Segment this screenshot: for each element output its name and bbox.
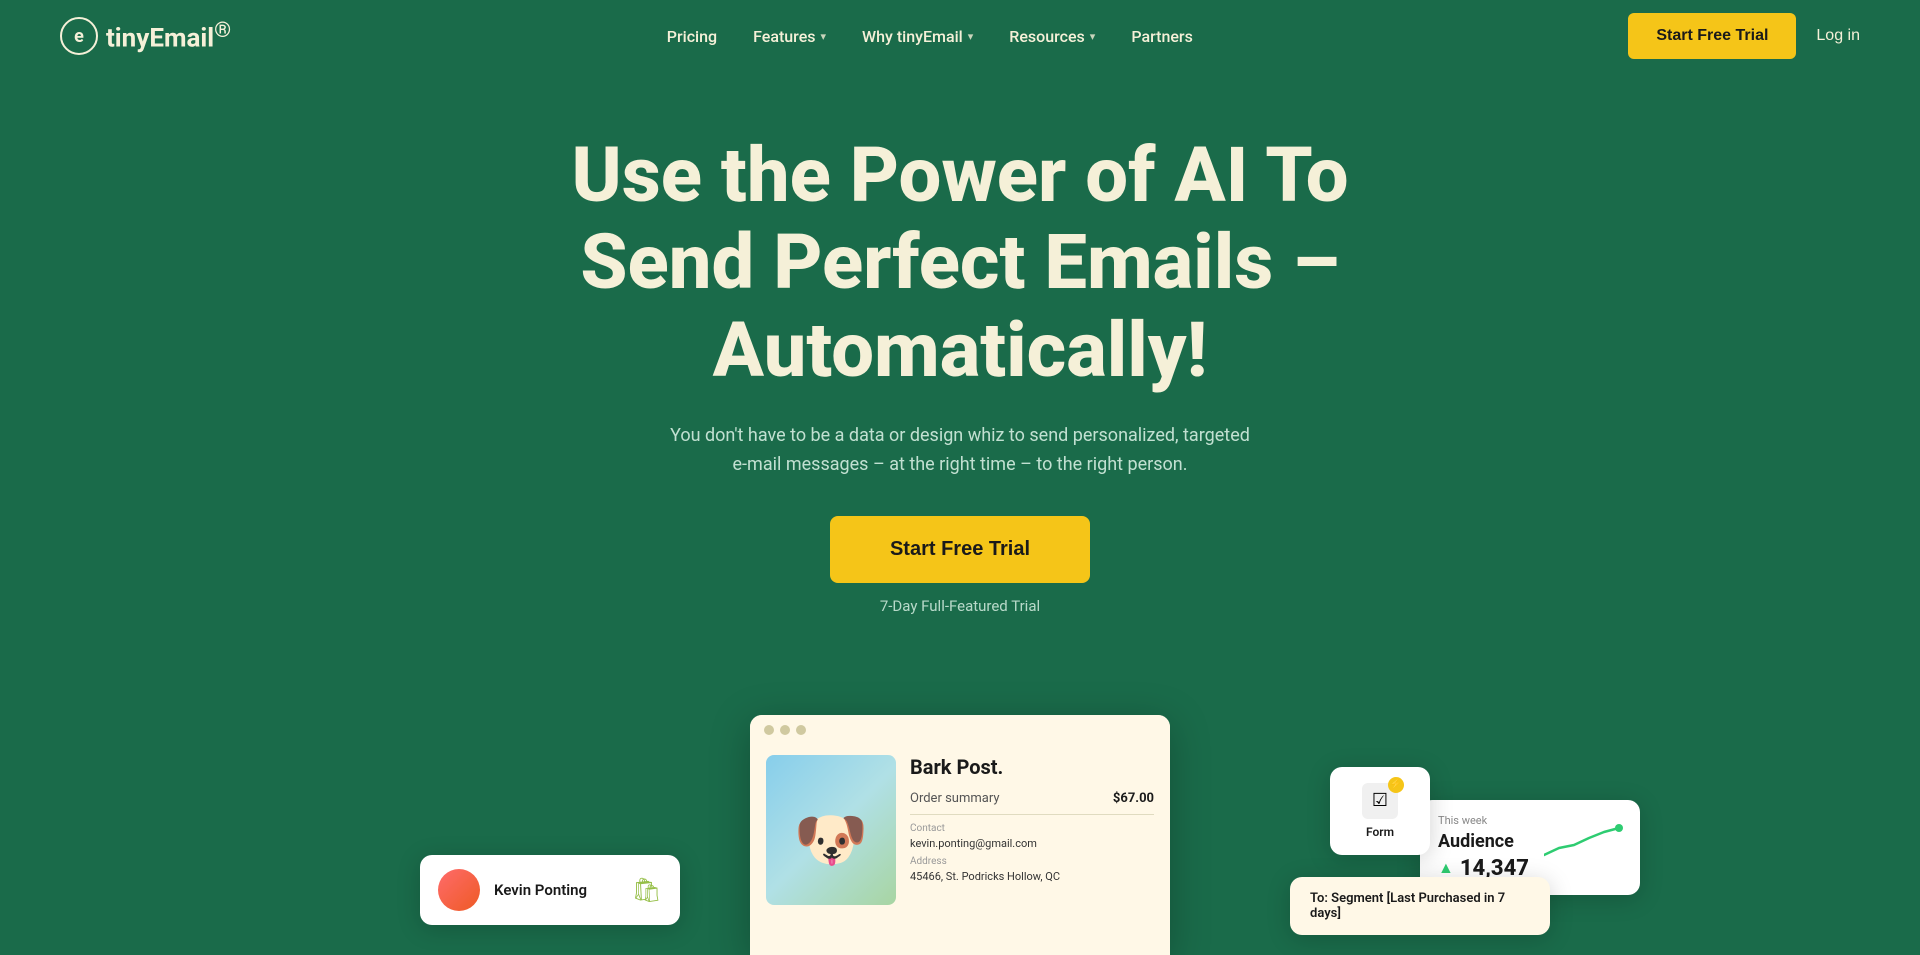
email-preview-window: 🐶 Bark Post. Order summary $67.00 Contac… (750, 715, 1170, 955)
to-label: To: (1310, 891, 1328, 906)
address-text: 45466, St. Podricks Hollow, QC (910, 870, 1154, 883)
trend-chart (1544, 820, 1624, 864)
hero-cta-button[interactable]: Start Free Trial (830, 516, 1090, 583)
logo-icon: e (60, 17, 98, 55)
nav-link-features[interactable]: Features ▾ (753, 27, 826, 46)
order-summary-label: Order summary (910, 791, 1000, 806)
nav-login-button[interactable]: Log in (1816, 27, 1860, 45)
nav-item-why[interactable]: Why tinyEmail ▾ (862, 27, 973, 46)
nav-item-resources[interactable]: Resources ▾ (1009, 27, 1095, 46)
checkbox-icon: ☑ (1372, 790, 1388, 811)
customer-card: Kevin Ponting 🛍 (420, 855, 680, 925)
form-label: Form (1366, 825, 1394, 839)
navbar: e tinyEmail® Pricing Features ▾ Why tiny… (0, 0, 1920, 72)
hero-title: Use the Power of AI To Send Perfect Emai… (570, 132, 1350, 394)
contact-email: kevin.ponting@gmail.com (910, 837, 1154, 850)
browser-content: 🐶 Bark Post. Order summary $67.00 Contac… (750, 745, 1170, 915)
order-price: $67.00 (1113, 791, 1154, 806)
address-label: Address (910, 856, 1154, 867)
nav-link-resources[interactable]: Resources ▾ (1009, 27, 1095, 46)
logo-text: tinyEmail® (106, 18, 231, 54)
browser-dots (750, 715, 1170, 745)
customer-avatar (438, 869, 480, 911)
navbar-right: Start Free Trial Log in (1628, 13, 1860, 59)
chevron-down-icon: ▾ (1090, 30, 1096, 43)
hero-subtitle: You don't have to be a data or design wh… (670, 422, 1250, 480)
nav-link-partners[interactable]: Partners (1131, 27, 1193, 46)
segment-card: To: Segment [Last Purchased in 7 days] (1290, 877, 1550, 935)
customer-name: Kevin Ponting (494, 881, 587, 899)
email-brand-name: Bark Post. (910, 755, 1154, 779)
dot-red (764, 725, 774, 735)
chevron-down-icon: ▾ (968, 30, 974, 43)
chevron-down-icon: ▾ (821, 30, 827, 43)
nav-link-pricing[interactable]: Pricing (667, 27, 717, 46)
logo[interactable]: e tinyEmail® (60, 17, 231, 55)
nav-item-pricing[interactable]: Pricing (667, 27, 717, 46)
nav-links: Pricing Features ▾ Why tinyEmail ▾ Resou… (667, 27, 1193, 46)
lightning-icon: ⚡ (1388, 777, 1404, 793)
contact-label: Contact (910, 823, 1154, 834)
mockup-section: 🐶 Bark Post. Order summary $67.00 Contac… (0, 675, 1920, 955)
segment-to: To: Segment [Last Purchased in 7 days] (1310, 891, 1530, 921)
nav-item-partners[interactable]: Partners (1131, 27, 1193, 46)
dot-yellow (780, 725, 790, 735)
order-summary-row: Order summary $67.00 (910, 791, 1154, 815)
hero-trial-note: 7-Day Full-Featured Trial (880, 597, 1040, 615)
nav-item-features[interactable]: Features ▾ (753, 27, 826, 46)
nav-start-trial-button[interactable]: Start Free Trial (1628, 13, 1796, 59)
segment-value: Segment [Last Purchased in 7 days] (1310, 891, 1505, 921)
dot-green (796, 725, 806, 735)
nav-link-why[interactable]: Why tinyEmail ▾ (862, 27, 973, 46)
form-icon: ☑ ⚡ (1362, 783, 1398, 819)
email-details: Bark Post. Order summary $67.00 Contact … (910, 755, 1154, 905)
email-dog-image: 🐶 (766, 755, 896, 905)
hero-section: Use the Power of AI To Send Perfect Emai… (0, 72, 1920, 655)
dog-emoji: 🐶 (794, 804, 869, 875)
up-arrow-icon: ▲ (1438, 858, 1454, 878)
shopify-icon: 🛍 (632, 876, 662, 904)
form-card: ☑ ⚡ Form (1330, 767, 1430, 855)
